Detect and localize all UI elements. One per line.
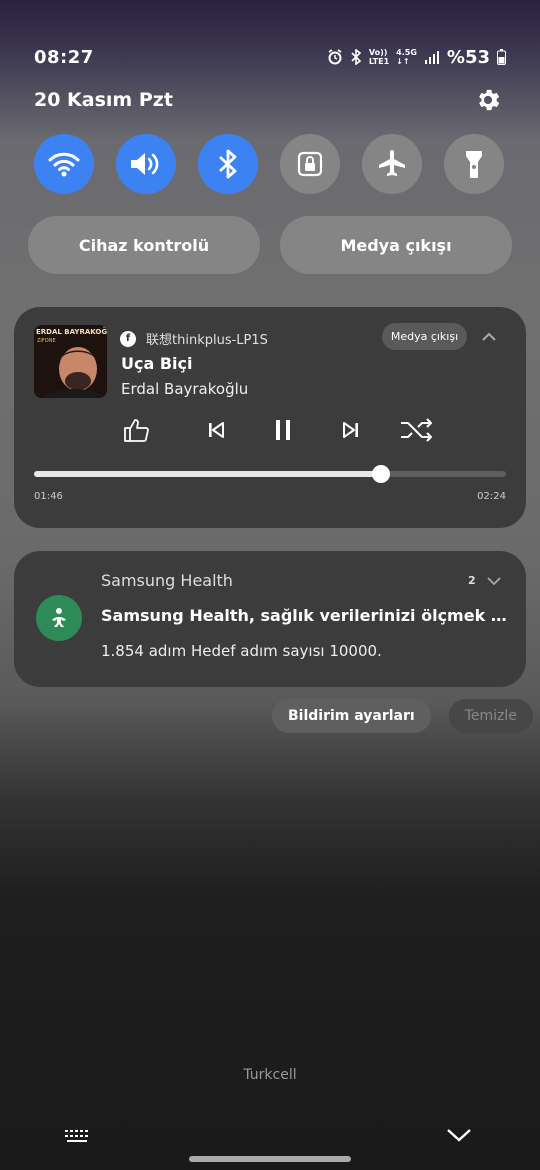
network-type: 4.5G <box>396 48 417 57</box>
chevron-down-icon[interactable] <box>446 1126 472 1144</box>
signal-icon <box>424 51 439 64</box>
notification-card[interactable]: Samsung Health 2 Samsung Health, sağlık … <box>14 551 526 687</box>
playback-controls <box>120 413 432 447</box>
rotation-lock-toggle[interactable] <box>280 134 340 194</box>
notification-settings-button[interactable]: Bildirim ayarları <box>272 699 431 733</box>
total-duration: 02:24 <box>477 491 506 502</box>
clear-button[interactable]: Temizle <box>448 699 533 733</box>
status-bar: 08:27 Vo)) LTE1 4.5G ↓↑ %53 <box>34 44 506 70</box>
alarm-icon <box>328 49 342 65</box>
next-button[interactable] <box>334 413 368 447</box>
airplane-icon <box>379 150 405 176</box>
volte-indicator: Vo)) LTE1 <box>369 48 389 66</box>
clock: 08:27 <box>34 46 94 68</box>
media-output-chip[interactable]: Medya çıkışı <box>382 323 467 350</box>
volte-bottom: LTE1 <box>368 57 390 66</box>
notification-actions: Bildirim ayarları Temizle <box>272 699 533 733</box>
skip-next-icon <box>343 422 358 438</box>
like-button[interactable] <box>120 413 154 447</box>
flashlight-icon <box>466 151 482 178</box>
skip-previous-icon <box>209 422 224 438</box>
volte-top: Vo)) <box>368 48 388 57</box>
artist-name: Erdal Bayrakoğlu <box>121 380 249 398</box>
speaker-icon <box>131 153 159 175</box>
wifi-toggle[interactable] <box>34 134 94 194</box>
network-indicator: 4.5G ↓↑ <box>396 48 417 66</box>
flashlight-toggle[interactable] <box>444 134 504 194</box>
battery-icon <box>497 49 506 65</box>
media-output-button[interactable]: Medya çıkışı <box>280 216 512 274</box>
pause-icon <box>276 420 290 440</box>
network-activity: ↓↑ <box>396 57 410 66</box>
album-cover-title: ERDAL BAYRAKOĞLU <box>36 328 107 336</box>
airplane-toggle[interactable] <box>362 134 422 194</box>
thumbs-up-icon <box>124 419 149 442</box>
running-figure-icon <box>52 608 66 627</box>
header: 20 Kasım Pzt <box>34 86 502 114</box>
bluetooth-icon <box>351 49 362 65</box>
seek-progress <box>34 471 382 477</box>
wifi-icon <box>48 152 80 177</box>
bluetooth-icon <box>219 149 237 179</box>
quick-toggles <box>34 134 504 194</box>
device-control-button[interactable]: Cihaz kontrolü <box>28 216 260 274</box>
notification-count: 2 <box>468 574 476 587</box>
quick-actions: Cihaz kontrolü Medya çıkışı <box>28 216 512 274</box>
app-badge-icon: f <box>120 330 136 347</box>
home-indicator[interactable] <box>189 1156 351 1162</box>
elapsed-time: 01:46 <box>34 491 63 502</box>
gear-icon[interactable] <box>474 86 502 114</box>
sound-toggle[interactable] <box>116 134 176 194</box>
notification-app-name: Samsung Health <box>101 571 233 590</box>
notification-body: 1.854 adım Hedef adım sayısı 10000. <box>101 642 382 660</box>
lock-icon <box>297 151 323 177</box>
shuffle-icon <box>401 418 432 442</box>
previous-button[interactable] <box>199 413 233 447</box>
seek-handle[interactable] <box>372 465 391 483</box>
battery-percent: %53 <box>446 46 490 68</box>
date-label: 20 Kasım Pzt <box>34 89 173 111</box>
notification-title: Samsung Health, sağlık verilerinizi ölçm… <box>101 606 509 625</box>
playback-device: f 联想thinkplus-LP1S <box>120 329 268 348</box>
bluetooth-toggle[interactable] <box>198 134 258 194</box>
shuffle-button[interactable] <box>400 413 434 447</box>
album-cover-subtitle: ZIFONE <box>37 338 56 344</box>
pause-button[interactable] <box>266 413 300 447</box>
seek-bar[interactable] <box>34 465 506 483</box>
song-title: Uça Biçi <box>121 354 193 373</box>
keyboard-icon[interactable] <box>64 1128 92 1146</box>
carrier-label: Turkcell <box>243 1067 297 1083</box>
chevron-up-icon[interactable] <box>477 325 501 349</box>
samsung-health-app-icon <box>36 595 82 641</box>
media-player-card: ERDAL BAYRAKOĞLU ZIFONE f 联想thinkplus-LP… <box>14 307 526 528</box>
album-art[interactable]: ERDAL BAYRAKOĞLU ZIFONE <box>34 325 107 398</box>
chevron-down-icon[interactable] <box>484 571 504 591</box>
device-name: 联想thinkplus-LP1S <box>146 333 268 348</box>
status-icons: Vo)) LTE1 4.5G ↓↑ %53 <box>327 47 506 68</box>
